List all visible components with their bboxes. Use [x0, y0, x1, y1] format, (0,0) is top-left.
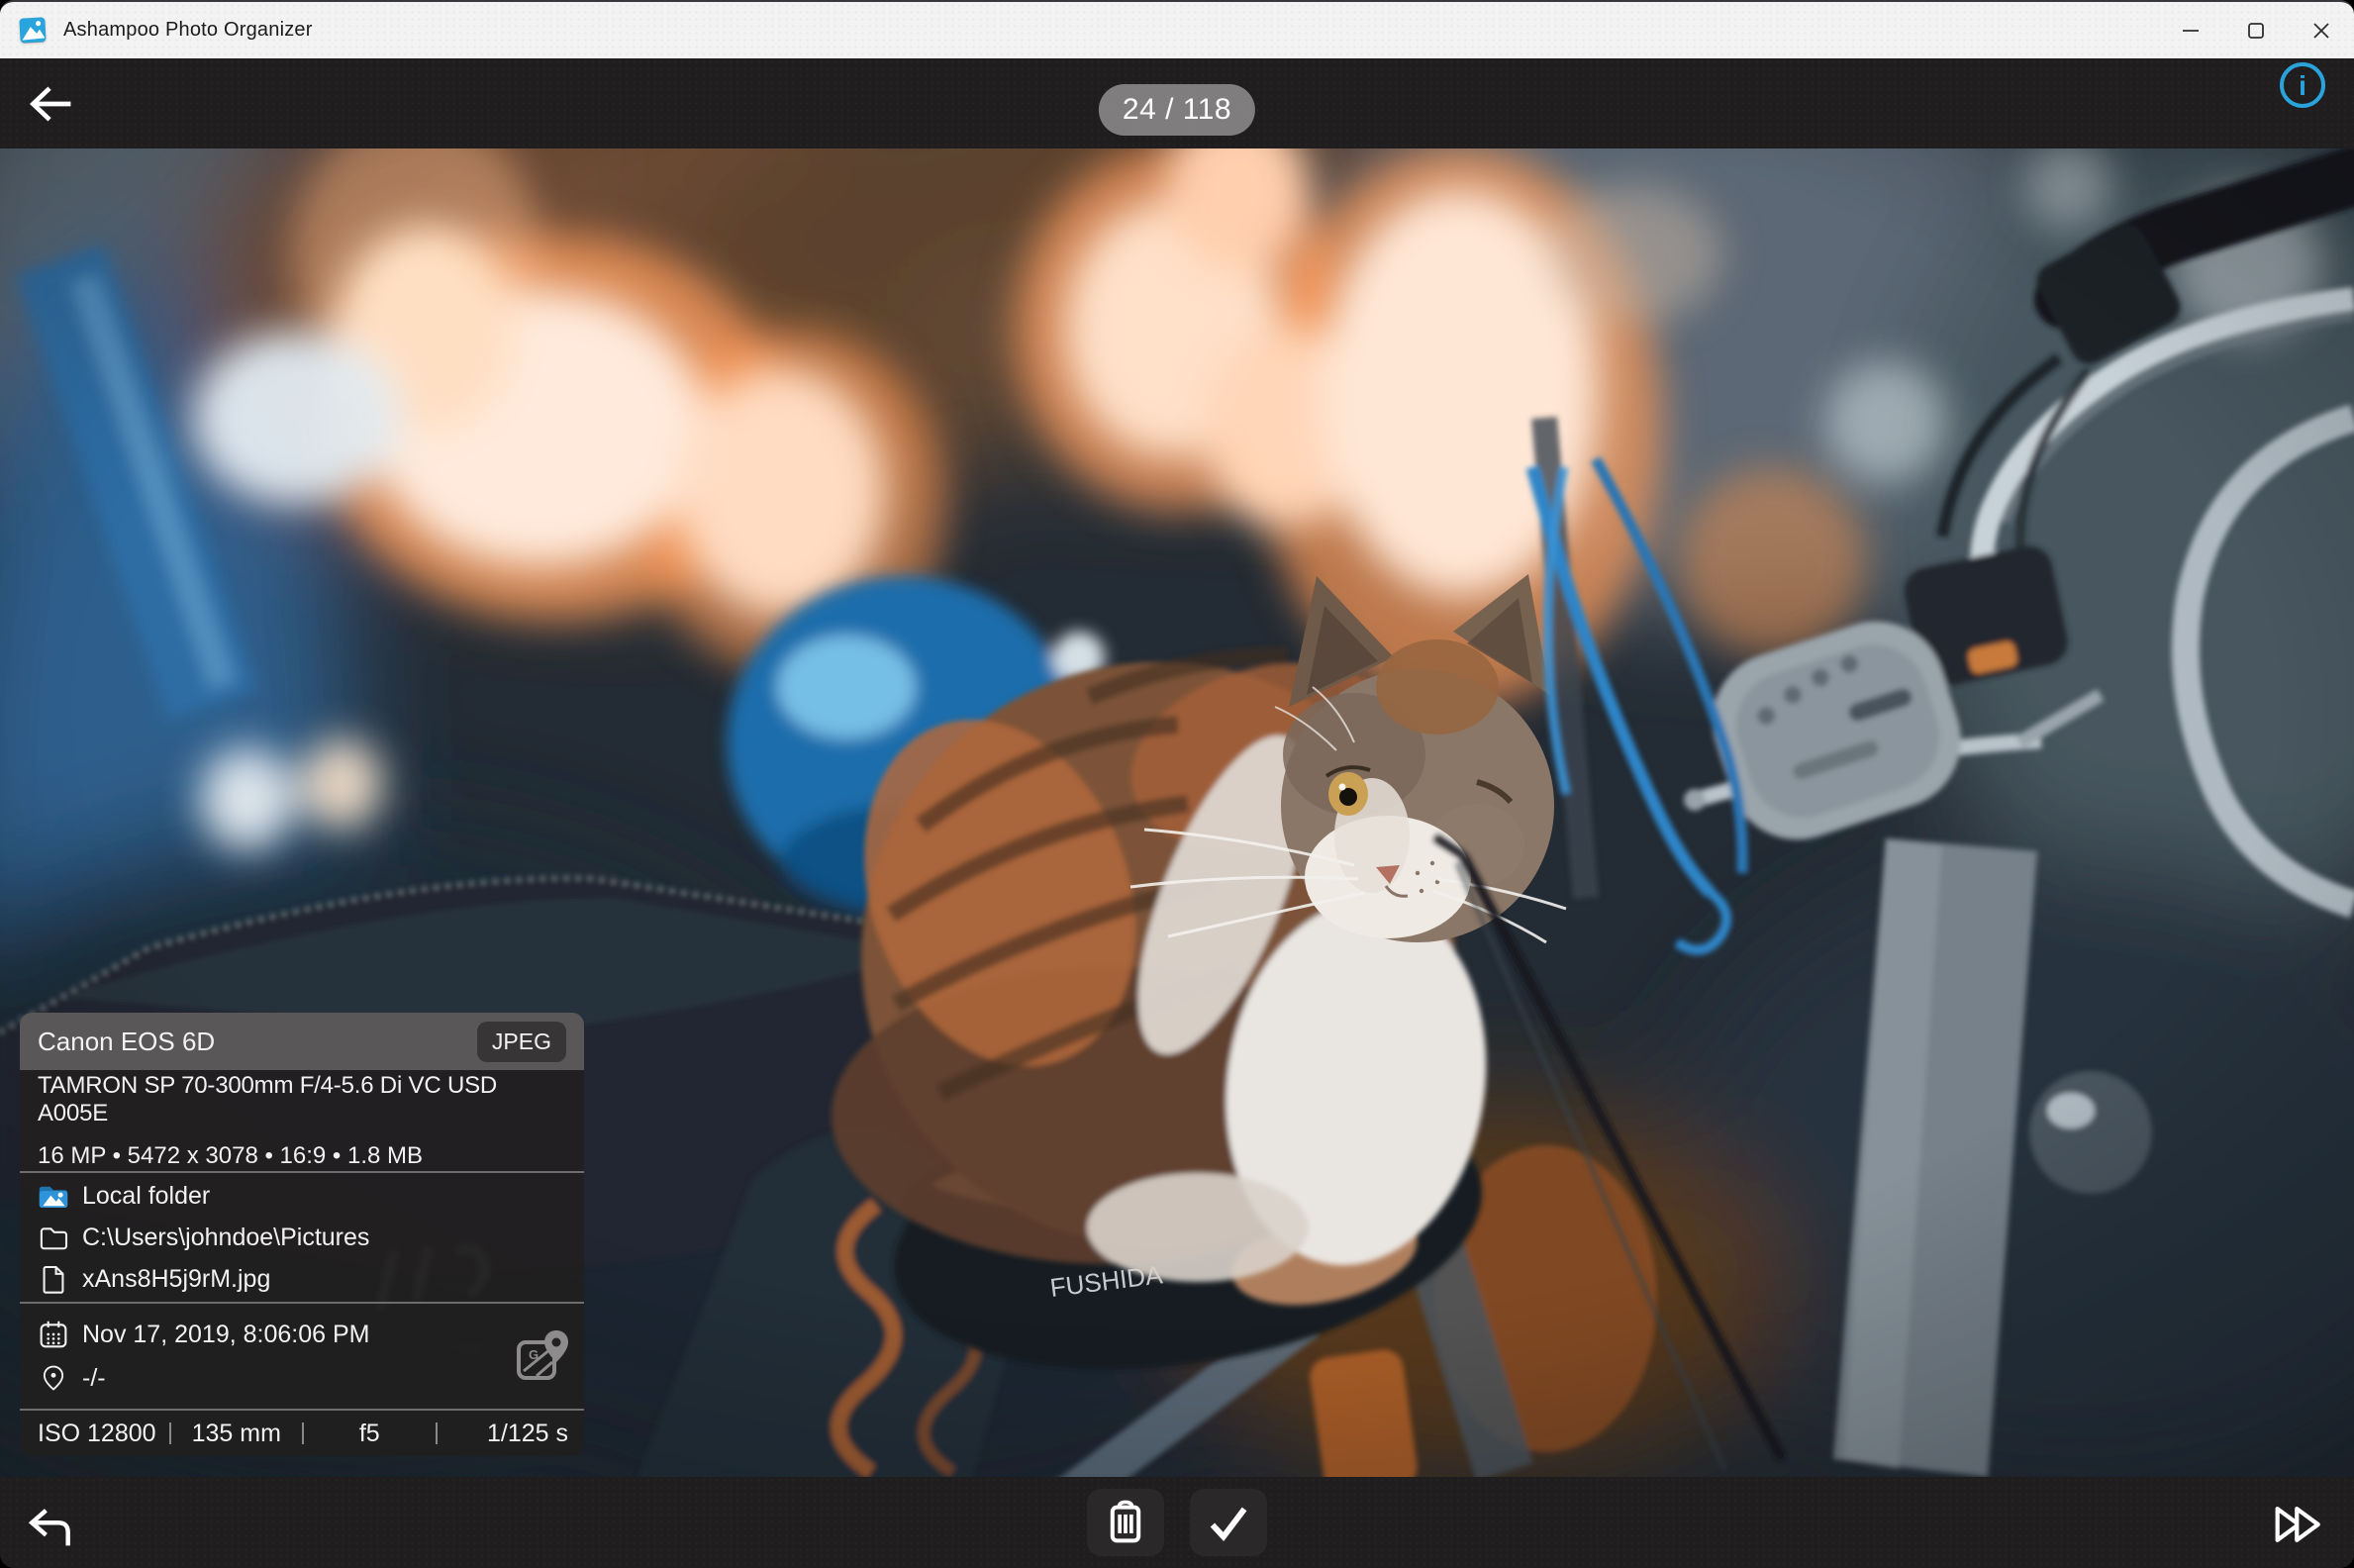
- source-row: Local folder: [38, 1177, 566, 1215]
- exif-info-panel: Canon EOS 6D JPEG TAMRON SP 70-300mm F/4…: [20, 1013, 584, 1456]
- info-glyph: i: [2299, 70, 2306, 101]
- folder-path: C:\Users\johndoe\Pictures: [82, 1224, 369, 1252]
- close-button[interactable]: [2289, 2, 2354, 58]
- fast-forward-icon: [2273, 1503, 2328, 1546]
- close-icon: [2311, 21, 2331, 41]
- app-logo-icon: [16, 14, 49, 48]
- trash-icon: [1104, 1499, 1147, 1546]
- open-map-button[interactable]: G: [515, 1326, 570, 1386]
- source-label: Local folder: [82, 1182, 210, 1211]
- checkmark-icon: [1205, 1501, 1252, 1544]
- camera-model: Canon EOS 6D: [38, 1027, 215, 1057]
- viewer-top-bar: 24 / 118: [0, 58, 2354, 148]
- viewer-bottom-bar: [0, 1477, 2354, 1568]
- photo-counter: 24 / 118: [1099, 84, 1255, 136]
- pictures-folder-icon: [38, 1180, 69, 1212]
- back-button[interactable]: [22, 82, 79, 126]
- file-name: xAns8H5j9rM.jpg: [82, 1265, 270, 1294]
- location-pin-icon: [38, 1362, 69, 1394]
- folder-outline-icon: [38, 1222, 69, 1253]
- window-controls: [2158, 2, 2354, 58]
- info-circle-icon: i: [2277, 59, 2328, 111]
- info-button[interactable]: i: [2277, 59, 2328, 111]
- date-taken: Nov 17, 2019, 8:06:06 PM: [82, 1321, 369, 1349]
- date-row: Nov 17, 2019, 8:06:06 PM: [38, 1316, 566, 1353]
- keep-button[interactable]: [1190, 1489, 1267, 1556]
- date-location-section: Nov 17, 2019, 8:06:06 PM -/- G: [20, 1304, 584, 1409]
- skip-button[interactable]: [2271, 1501, 2330, 1548]
- back-arrow-icon: [25, 83, 76, 125]
- maximize-button[interactable]: [2223, 2, 2289, 58]
- location-coordinates: -/-: [82, 1364, 106, 1393]
- exif-iso: ISO 12800: [20, 1420, 169, 1448]
- exif-aperture: f5: [304, 1420, 436, 1448]
- window-title: Ashampoo Photo Organizer: [63, 19, 313, 42]
- camera-info-section: TAMRON SP 70-300mm F/4-5.6 Di VC USD A00…: [20, 1070, 584, 1171]
- exif-summary-row: ISO 12800 135 mm f5 1/125 s: [20, 1411, 584, 1456]
- undo-button[interactable]: [22, 1499, 77, 1550]
- undo-arrow-icon: [25, 1501, 74, 1548]
- file-location-section: Local folder C:\Users\johndoe\Pictures: [20, 1173, 584, 1302]
- file-name-row: xAns8H5j9rM.jpg: [38, 1260, 566, 1298]
- title-bar: Ashampoo Photo Organizer: [0, 2, 2354, 58]
- map-location-icon: G: [515, 1326, 570, 1386]
- calendar-icon: [38, 1319, 69, 1350]
- exif-focal-length: 135 mm: [171, 1420, 303, 1448]
- file-outline-icon: [38, 1263, 69, 1295]
- decision-toolbar: [1087, 1489, 1267, 1556]
- format-badge: JPEG: [477, 1022, 566, 1062]
- exif-shutter-speed: 1/125 s: [438, 1420, 585, 1448]
- minimize-button[interactable]: [2158, 2, 2223, 58]
- app-window: FUSHIDA: [0, 0, 2354, 1568]
- image-details: 16 MP • 5472 x 3078 • 16:9 • 1.8 MB: [38, 1142, 566, 1170]
- location-row: -/-: [38, 1359, 566, 1397]
- minimize-icon: [2181, 21, 2201, 41]
- lens-name: TAMRON SP 70-300mm F/4-5.6 Di VC USD A00…: [38, 1072, 566, 1127]
- map-g-glyph: G: [529, 1347, 539, 1362]
- folder-path-row: C:\Users\johndoe\Pictures: [38, 1219, 566, 1256]
- maximize-icon: [2246, 21, 2266, 41]
- panel-header: Canon EOS 6D JPEG: [20, 1013, 584, 1070]
- delete-button[interactable]: [1087, 1489, 1164, 1556]
